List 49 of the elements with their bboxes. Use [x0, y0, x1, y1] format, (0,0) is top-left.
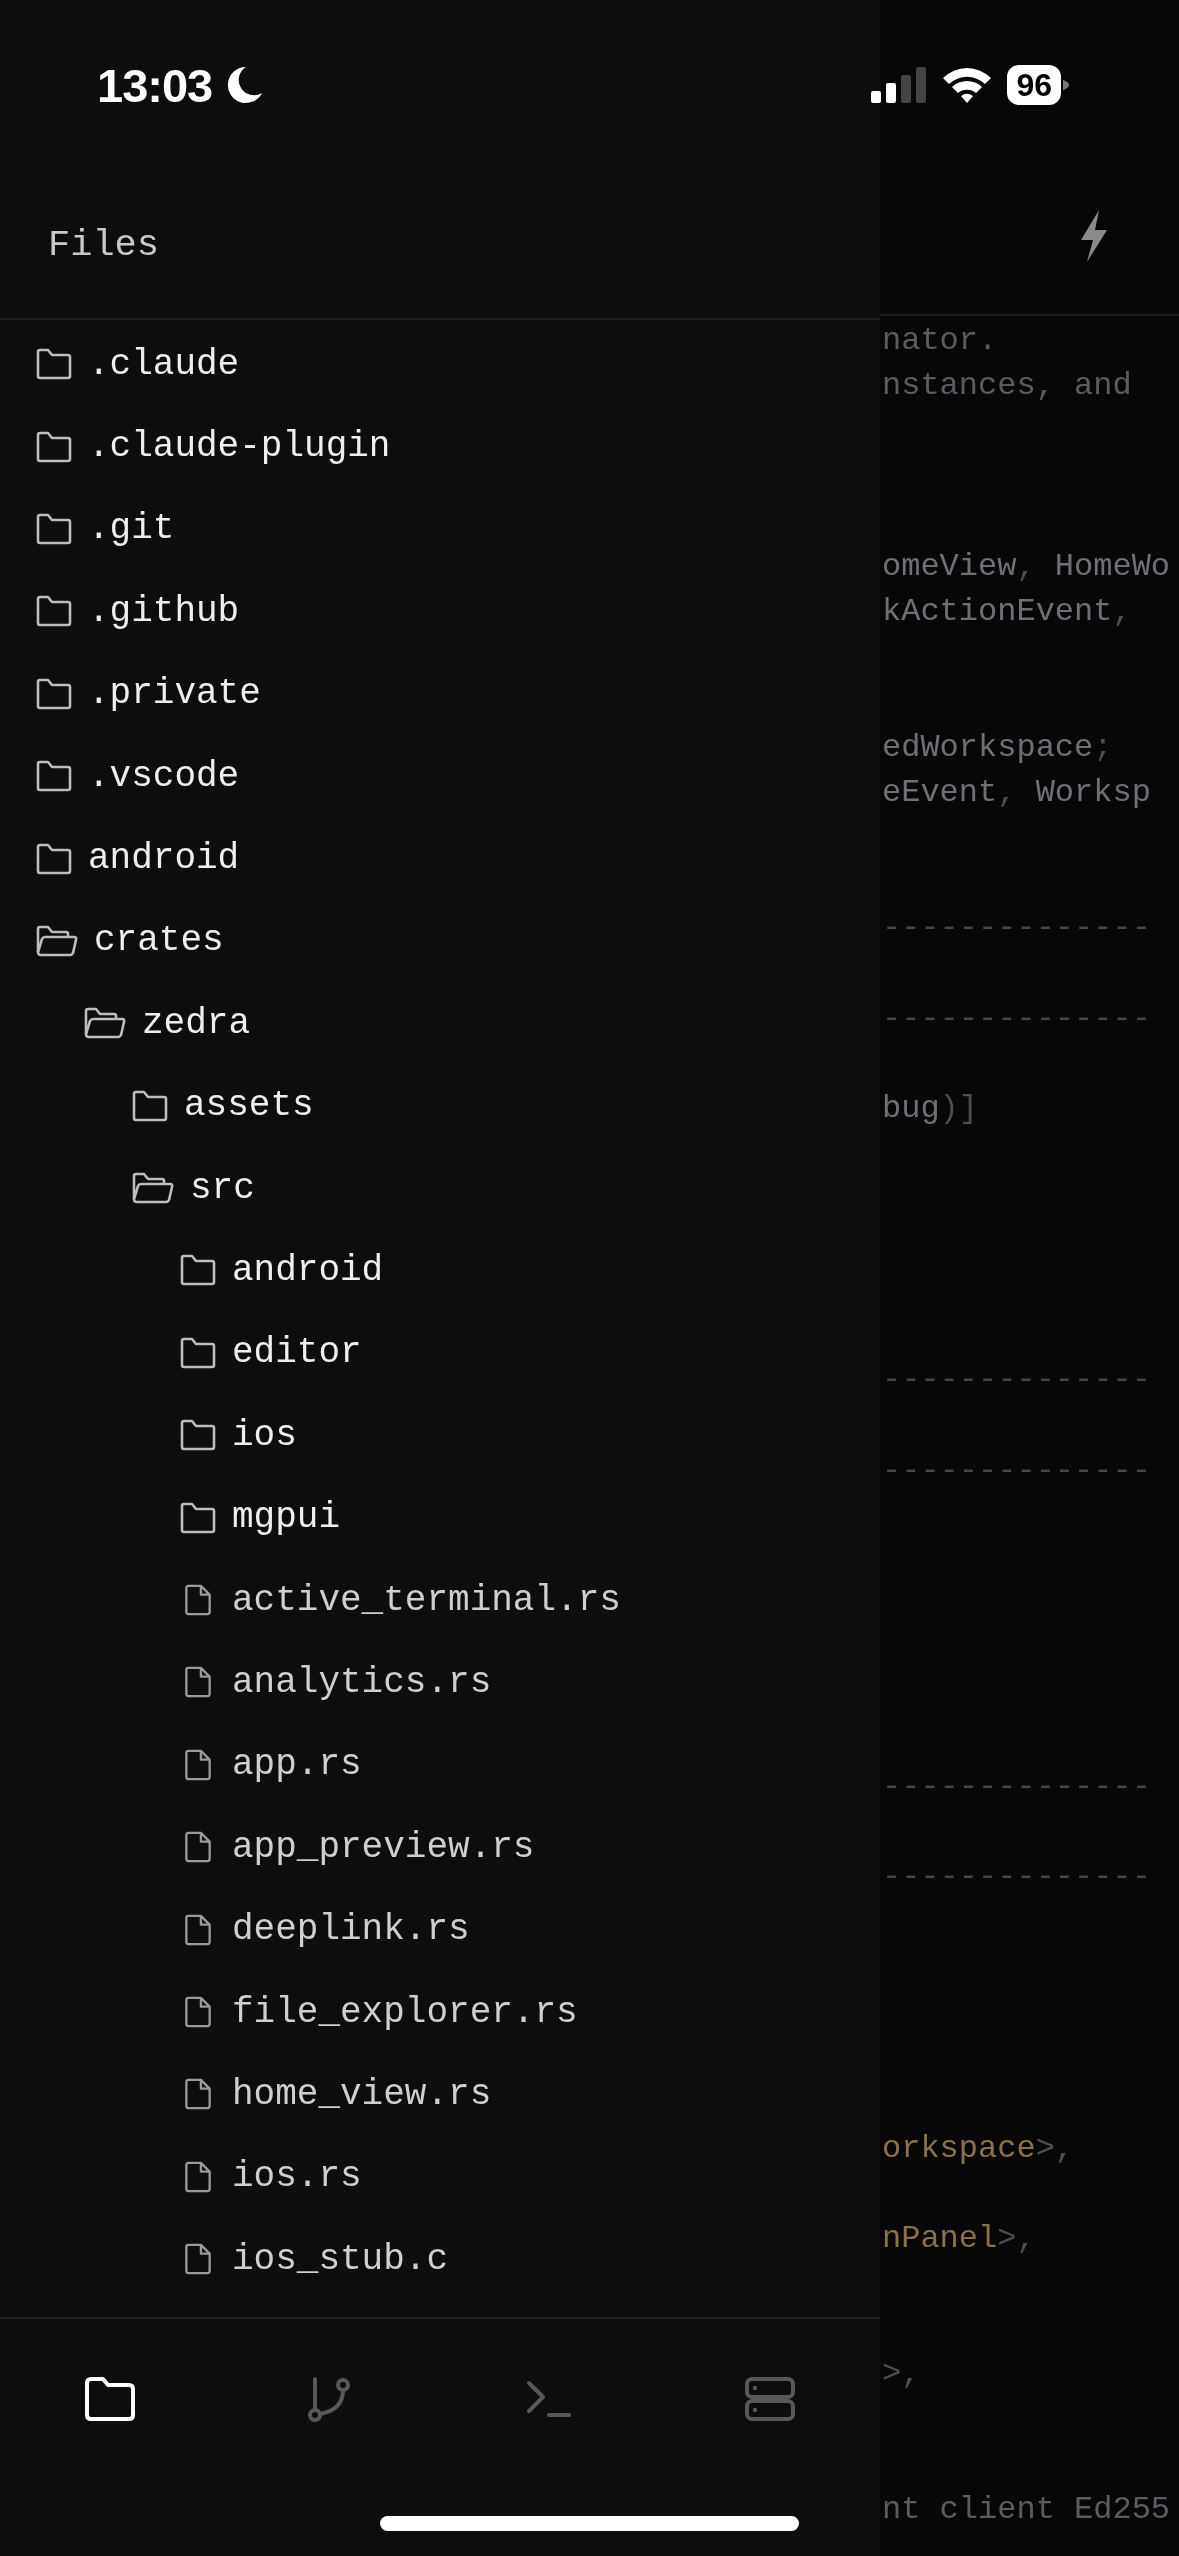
code-line: eEvent, Worksp — [882, 772, 1151, 813]
folder-row[interactable]: crates — [0, 899, 880, 983]
folder-row[interactable]: .claude — [0, 323, 880, 406]
folder-row[interactable]: src — [0, 1146, 880, 1230]
file-row[interactable]: ios_stub.c — [0, 2218, 880, 2301]
code-line: nt client Ed255 — [882, 2490, 1171, 2530]
code-line: edWorkspace; — [882, 727, 1113, 768]
folder-row[interactable]: .github — [0, 570, 880, 653]
code-line: nstances, and — [882, 366, 1132, 407]
file-row[interactable]: ios.rs — [0, 2135, 880, 2218]
file-row[interactable]: file_explorer.rs — [0, 1970, 880, 2054]
wifi-icon — [941, 66, 994, 104]
panel-title: Files — [48, 224, 160, 266]
folder-row[interactable]: ios — [0, 1394, 880, 1477]
folder-row[interactable]: .claude-plugin — [0, 405, 880, 488]
folder-row[interactable]: zedra — [0, 982, 880, 1065]
file-row[interactable]: app_preview.rs — [0, 1806, 880, 1889]
code-line: >, — [882, 2354, 921, 2395]
code-line: omeView, HomeWo — [882, 546, 1171, 587]
moon-icon — [226, 65, 265, 105]
folder-row[interactable]: .private — [0, 652, 880, 735]
comment-rule: -------------- — [882, 1767, 1151, 1807]
folder-row[interactable]: assets — [0, 1064, 880, 1147]
comment-rule: -------------- — [882, 998, 1151, 1039]
signal-icon — [871, 67, 928, 103]
file-row[interactable]: active_terminal.rs — [0, 1558, 880, 1642]
comment-rule: -------------- — [882, 1857, 1151, 1898]
file-row[interactable]: analytics.rs — [0, 1641, 880, 1724]
file-row[interactable]: app.rs — [0, 1723, 880, 1807]
folder-row[interactable]: editor — [0, 1311, 880, 1395]
code-line: kActionEvent, — [882, 592, 1132, 633]
code-line: nator. — [882, 321, 998, 361]
server-icon — [743, 2375, 797, 2423]
folder-row[interactable]: android — [0, 1229, 880, 1312]
file-row[interactable]: deeplink.rs — [0, 1888, 880, 1971]
comment-rule: -------------- — [882, 908, 1151, 949]
code-line: bug)] — [882, 1089, 978, 1130]
code-line: nPanel>, — [882, 2218, 1036, 2259]
folder-row[interactable]: .vscode — [0, 734, 880, 818]
battery-indicator: 96 — [1007, 65, 1069, 105]
comment-rule: -------------- — [882, 1450, 1151, 1491]
folder-row[interactable]: android — [0, 817, 880, 900]
folder-row[interactable]: .git — [0, 487, 880, 571]
file-row[interactable]: home_view.rs — [0, 2053, 880, 2136]
comment-rule: -------------- — [882, 1360, 1151, 1401]
clock-time: 13:03 — [97, 57, 213, 113]
code-line: orkspace>, — [882, 2128, 1075, 2169]
folder-row[interactable]: mgpui — [0, 1476, 880, 1559]
folder-icon — [83, 2375, 137, 2423]
